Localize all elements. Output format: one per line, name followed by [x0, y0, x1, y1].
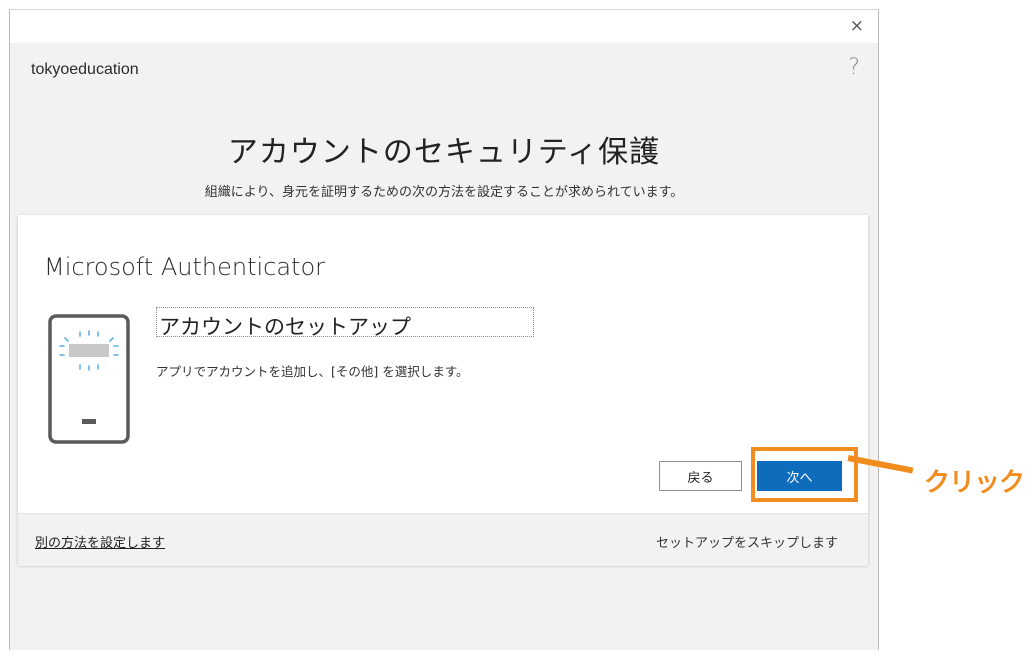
- header-bar: tokyoeducation ?: [10, 43, 878, 99]
- card-footer: 別の方法を設定します セットアップをスキップします: [18, 513, 868, 566]
- step-description: アプリでアカウントを追加し、[その他] を選択します。: [156, 364, 469, 379]
- click-highlight-box: [751, 447, 858, 502]
- phone-icon: [47, 313, 131, 449]
- back-button[interactable]: 戻る: [659, 461, 742, 491]
- alt-method-link[interactable]: 別の方法を設定します: [35, 532, 165, 551]
- page-title: アカウントのセキュリティ保護: [227, 135, 661, 170]
- step-title: アカウントのセットアップ: [156, 307, 534, 339]
- method-title: Microsoft Authenticator: [44, 253, 326, 281]
- title-bar: ×: [10, 10, 878, 43]
- close-icon[interactable]: ×: [850, 16, 864, 36]
- dialog-window: × tokyoeducation ? アカウントのセキュリティ保護 組織により、…: [9, 9, 879, 650]
- help-icon[interactable]: ?: [848, 55, 860, 80]
- click-annotation-label: クリック: [924, 468, 1025, 498]
- tenant-name: tokyoeducation: [31, 61, 139, 78]
- method-card: Microsoft Authenticator アカウントのセットアップ アプリ…: [18, 215, 868, 566]
- page-subtitle: 組織により、身元を証明するための次の方法を設定することが求められています。: [204, 185, 684, 200]
- skip-setup-link[interactable]: セットアップをスキップします: [656, 532, 838, 551]
